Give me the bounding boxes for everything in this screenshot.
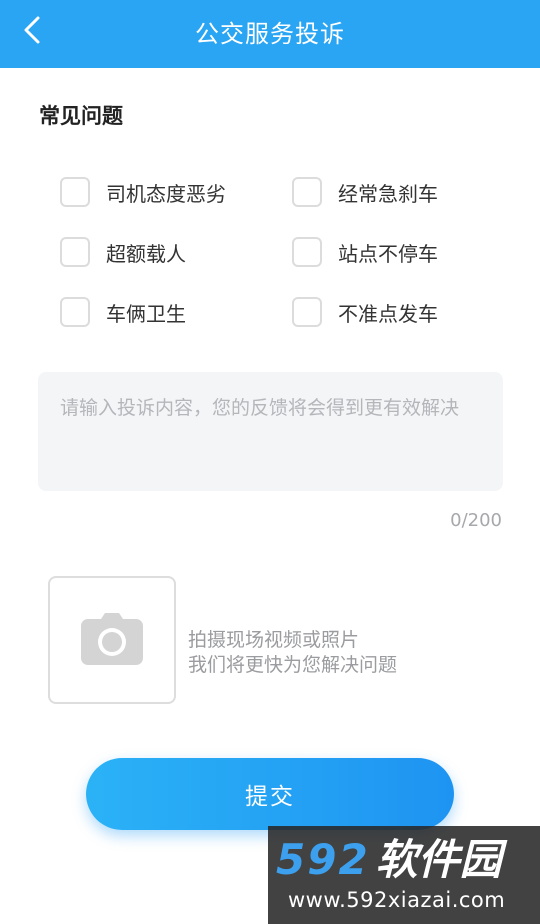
upload-hint-line2: 我们将更快为您解决问题 xyxy=(188,654,398,676)
complaint-input-box xyxy=(38,372,503,491)
submit-button[interactable]: 提交 xyxy=(86,758,454,830)
checkbox[interactable] xyxy=(292,177,322,207)
watermark-logo: 592 软件园 xyxy=(276,836,502,884)
complaint-input[interactable] xyxy=(38,372,503,491)
option-overloading[interactable]: 超额载人 xyxy=(60,235,186,269)
complaint-screen: 公交服务投诉 常见问题 司机态度恶劣 经常急刹车 超额载人 站点不停车 车俩卫生… xyxy=(0,0,540,924)
option-vehicle-hygiene[interactable]: 车俩卫生 xyxy=(60,295,186,329)
checkbox[interactable] xyxy=(60,297,90,327)
common-issues-title: 常见问题 xyxy=(39,104,123,128)
option-label: 经常急刹车 xyxy=(338,181,438,206)
checkbox[interactable] xyxy=(292,297,322,327)
option-label: 超额载人 xyxy=(106,241,186,266)
header-bar: 公交服务投诉 xyxy=(0,0,540,68)
option-sudden-braking[interactable]: 经常急刹车 xyxy=(292,175,438,209)
page-title: 公交服务投诉 xyxy=(195,20,345,48)
watermark-chinese: 软件园 xyxy=(375,835,502,884)
upload-hint: 拍摄现场视频或照片 我们将更快为您解决问题 xyxy=(188,628,397,678)
option-label: 车俩卫生 xyxy=(106,301,186,326)
char-counter: 0/200 xyxy=(450,510,502,531)
option-label: 不准点发车 xyxy=(338,301,438,326)
watermark-digits: 592 xyxy=(276,835,370,884)
checkbox[interactable] xyxy=(60,237,90,267)
checkbox[interactable] xyxy=(60,177,90,207)
option-skip-stop[interactable]: 站点不停车 xyxy=(292,235,438,269)
camera-icon xyxy=(81,611,143,669)
media-upload-button[interactable] xyxy=(48,576,176,704)
checkbox[interactable] xyxy=(292,237,322,267)
watermark-url: www.592xiazai.com xyxy=(288,888,506,912)
option-driver-attitude[interactable]: 司机态度恶劣 xyxy=(60,175,226,209)
site-watermark: 592 软件园 www.592xiazai.com xyxy=(268,826,540,924)
option-label: 站点不停车 xyxy=(338,241,438,266)
option-late-departure[interactable]: 不准点发车 xyxy=(292,295,438,329)
upload-hint-line1: 拍摄现场视频或照片 xyxy=(188,629,360,651)
option-label: 司机态度恶劣 xyxy=(106,181,226,206)
